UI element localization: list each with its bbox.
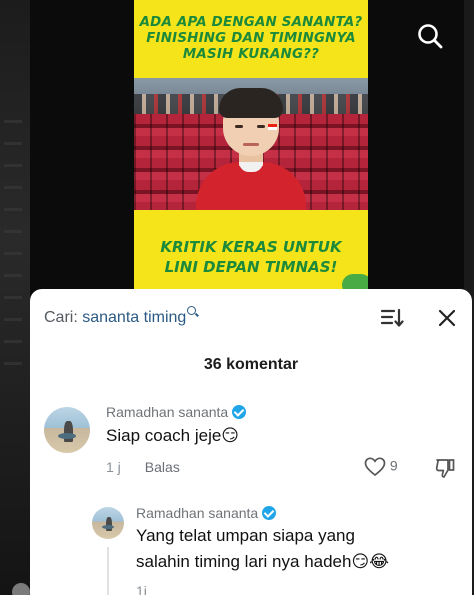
background-left-strip [0, 0, 30, 595]
reply-avatar[interactable] [92, 507, 124, 539]
comment-username[interactable]: Ramadhan sananta [106, 403, 247, 420]
like-button[interactable]: 9 [364, 457, 398, 477]
comment-time: 1 j [106, 459, 121, 475]
headline-top-line-1: ADA APA DENGAN SANANTA? [139, 15, 363, 30]
verified-icon [262, 506, 277, 520]
reply-item: Ramadhan sananta Yang telat umpan siapa … [30, 499, 472, 595]
search-mini-icon [187, 306, 197, 315]
like-count: 9 [389, 457, 398, 474]
thread-line [107, 547, 109, 595]
headline-bottom-line-1: KRITIK KERAS UNTUK [160, 238, 342, 256]
flag-sticker [268, 124, 277, 130]
reply-username-text: Ramadhan sananta [136, 505, 259, 521]
stadium-scene [134, 78, 368, 210]
comment-username-text: Ramadhan sananta [106, 404, 229, 420]
reply-button[interactable]: Balas [145, 459, 180, 475]
search-prefix: Cari: [44, 309, 78, 326]
reply-username[interactable]: Ramadhan sananta [136, 504, 277, 521]
reply-time: 1j [136, 583, 147, 595]
video-banner-bottom: KRITIK KERAS UNTUK LINI DEPAN TIMNAS! [134, 210, 368, 300]
comments-header: Cari: sananta timing [30, 289, 472, 347]
search-query[interactable]: Cari: sananta timing [44, 306, 197, 327]
background-marks [4, 120, 22, 380]
search-query-text[interactable]: sananta timing [82, 309, 186, 326]
heart-icon [364, 457, 386, 477]
headline-bottom-line-2: LINI DEPAN TIMNAS! [164, 258, 338, 276]
video-thumbnail[interactable]: ADA APA DENGAN SANANTA? FINISHING DAN TI… [134, 0, 368, 300]
search-icon[interactable] [416, 22, 444, 50]
video-banner-top: ADA APA DENGAN SANANTA? FINISHING DAN TI… [134, 0, 368, 78]
scroll-indicator [12, 583, 30, 595]
dislike-icon [435, 459, 455, 478]
avatar[interactable] [44, 407, 90, 453]
reply-text-line-1: Yang telat umpan siapa yang [136, 526, 355, 545]
verified-icon [232, 405, 247, 419]
video-player[interactable]: ADA APA DENGAN SANANTA? FINISHING DAN TI… [30, 0, 464, 300]
comments-sheet: Cari: sananta timing 36 komentar Ramadha [30, 289, 472, 595]
headline-top-line-3: MASIH KURANG?? [182, 47, 320, 62]
sort-icon[interactable] [380, 307, 404, 329]
dislike-button[interactable] [434, 457, 456, 482]
presenter [191, 88, 311, 210]
comment-item: Ramadhan sananta Siap coach jeje😏 1 j Bal… [30, 399, 472, 489]
reply-text-line-2: salahin timing lari nya hadeh😏😂 [136, 552, 390, 571]
close-icon[interactable] [436, 307, 458, 329]
headline-top-line-2: FINISHING DAN TIMINGNYA [146, 31, 356, 46]
comment-meta: 1 j Balas [106, 459, 180, 475]
comment-text: Siap coach jeje😏 [106, 426, 240, 445]
comment-count: 36 komentar [203, 356, 299, 373]
reply-text: Yang telat umpan siapa yang salahin timi… [136, 523, 389, 575]
